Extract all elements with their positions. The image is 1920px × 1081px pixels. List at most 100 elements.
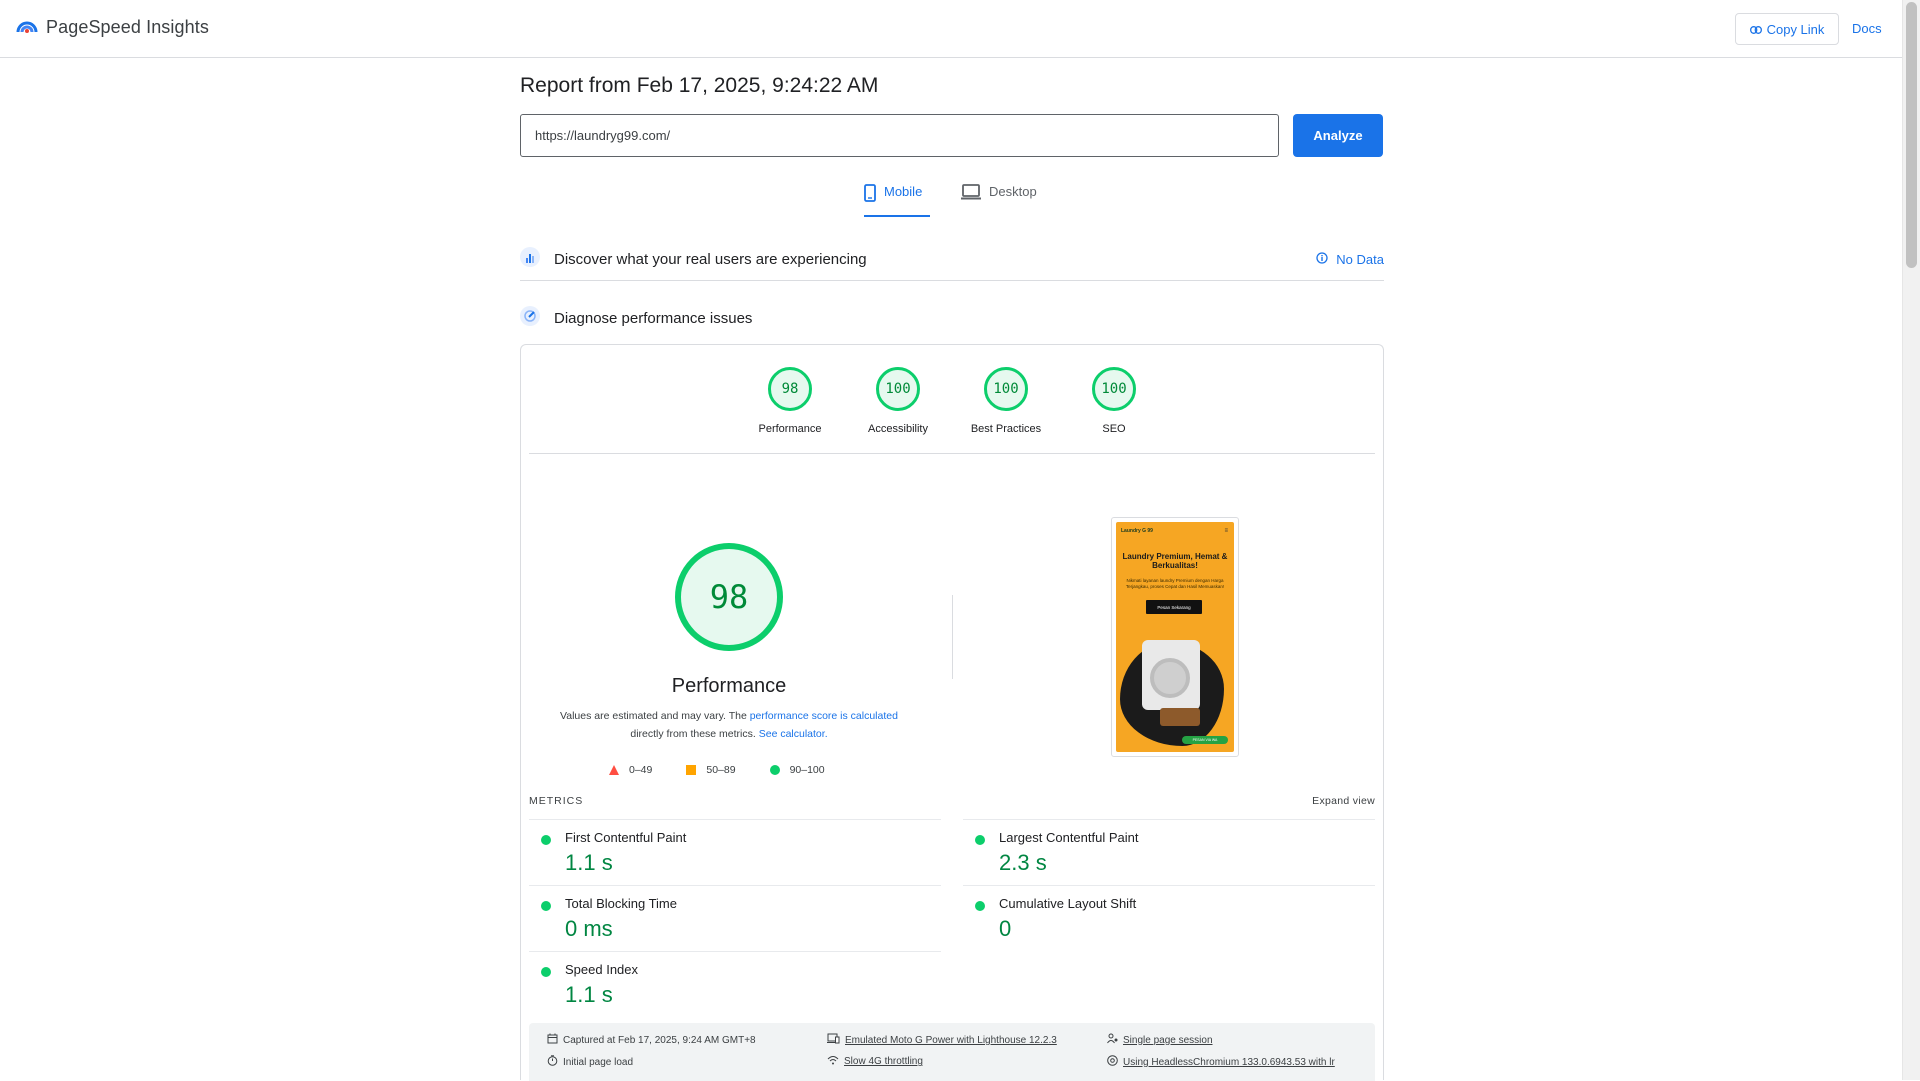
report-title: Report from Feb 17, 2025, 9:24:22 AM [520,74,879,97]
category-gauges: 98 Performance 100 Accessibility 100 Bes… [521,367,1383,435]
devices-icon [827,1033,840,1047]
final-screenshot: Laundry G 99 ≡ Laundry Premium, Hemat & … [1111,517,1239,757]
metric-label: Cumulative Layout Shift [999,896,1137,911]
session-text: Single page session [1123,1034,1213,1046]
legend-pass: 90–100 [769,764,825,776]
analyze-button[interactable]: Analyze [1293,114,1383,157]
thumb-whatsapp-button: PESAN VIA WA [1182,736,1228,744]
gauge-label: Performance [758,423,822,435]
gauge-score: 100 [1092,367,1136,411]
load-text: Initial page load [563,1056,634,1068]
pass-circle-icon [769,765,780,775]
no-data-indicator[interactable]: No Data [1316,252,1384,267]
discover-heading: Discover what your real users are experi… [554,251,867,268]
metric-speed-index: Speed Index 1.1 s [529,951,941,1017]
gauge-score: 100 [984,367,1028,411]
page-load-type: Initial page load [547,1055,633,1069]
mobile-icon [864,184,876,205]
desktop-icon [961,184,981,203]
page-scrollbar[interactable] [1902,0,1920,1080]
diagnose-icon [520,305,540,331]
legend-average: 50–89 [686,764,736,776]
url-input[interactable] [520,114,1279,157]
desc-text-1: Values are estimated and may vary. The [560,710,750,722]
metrics-header: METRICS Expand view [529,795,1375,815]
link-icon [1749,22,1762,37]
gauge-performance[interactable]: 98 Performance [736,367,844,435]
gauge-best-practices[interactable]: 100 Best Practices [952,367,1060,435]
see-calculator-link[interactable]: See calculator. [759,728,828,740]
copy-link-button[interactable]: Copy Link [1735,13,1839,45]
captured-text: Captured at Feb 17, 2025, 9:24 AM GMT+8 [563,1034,756,1046]
legend-average-label: 50–89 [706,764,736,776]
pagespeed-logo-icon [16,16,38,39]
wifi-icon [827,1055,839,1068]
person-icon [1107,1033,1118,1047]
metrics-heading: METRICS [529,795,584,807]
metric-tbt: Total Blocking Time 0 ms [529,885,941,951]
lighthouse-report-card: 98 Performance 100 Accessibility 100 Bes… [520,344,1384,1081]
lab-data-section: Diagnose performance issues [520,305,1384,331]
diagnose-heading: Diagnose performance issues [554,309,753,327]
metric-value: 0 ms [565,916,613,941]
legend-pass-label: 90–100 [789,764,825,776]
divider [529,453,1375,454]
pass-circle-icon [975,835,985,845]
expand-view-toggle[interactable]: Expand view [1312,795,1375,815]
legend-fail-label: 0–49 [629,764,653,776]
pass-circle-icon [975,901,985,911]
runtime-settings: Captured at Feb 17, 2025, 9:24 AM GMT+8 … [529,1023,1375,1081]
fail-triangle-icon [609,765,619,775]
performance-score-gauge: 98 [675,543,783,651]
desc-text-2: directly from these metrics. [630,728,759,740]
network-throttling[interactable]: Slow 4G throttling [827,1055,923,1068]
thumb-cta: Pesan Sekarang [1146,600,1202,614]
browser-text: Using HeadlessChromium 133.0.6943.53 wit… [1123,1056,1335,1068]
emulated-device[interactable]: Emulated Moto G Power with Lighthouse 12… [827,1033,1057,1047]
vertical-divider [952,595,953,679]
emulated-text: Emulated Moto G Power with Lighthouse 12… [845,1034,1057,1046]
tab-desktop[interactable]: Desktop [961,184,1041,217]
metric-lcp: Largest Contentful Paint 2.3 s [963,819,1375,885]
score-calculated-link[interactable]: performance score is calculated [750,710,898,722]
gauge-score: 98 [768,367,812,411]
screenshot-thumbnail: Laundry G 99 ≡ Laundry Premium, Hemat & … [1116,522,1234,752]
chrome-icon [1107,1055,1118,1069]
thumb-subtext: Nikmati layanan laundry Premium dengan H… [1125,578,1225,589]
metric-label: First Contentful Paint [565,830,687,845]
metric-fcp: First Contentful Paint 1.1 s [529,819,941,885]
gauge-label: Best Practices [970,423,1042,435]
metric-value: 2.3 s [999,850,1047,875]
top-bar: PageSpeed Insights Copy Link Docs [0,0,1902,58]
session-type[interactable]: Single page session [1107,1033,1213,1047]
metric-label: Total Blocking Time [565,896,677,911]
field-data-section: Discover what your real users are experi… [520,239,1384,281]
captured-at: Captured at Feb 17, 2025, 9:24 AM GMT+8 [547,1033,756,1047]
metric-value: 1.1 s [565,982,613,1007]
tab-mobile[interactable]: Mobile [864,184,930,217]
copy-link-label: Copy Link [1766,21,1825,37]
metric-value: 1.1 s [565,850,613,875]
brand[interactable]: PageSpeed Insights [16,16,209,39]
gauge-accessibility[interactable]: 100 Accessibility [844,367,952,435]
throttling-text: Slow 4G throttling [844,1056,923,1067]
app-name: PageSpeed Insights [46,17,209,37]
washing-drum-shape [1150,658,1190,698]
metric-label: Largest Contentful Paint [999,830,1139,845]
pass-circle-icon [541,901,551,911]
docs-link[interactable]: Docs [1852,21,1882,36]
thumb-logo: Laundry G 99 [1121,528,1153,534]
gauge-score: 100 [876,367,920,411]
pass-circle-icon [541,835,551,845]
browser-version[interactable]: Using HeadlessChromium 133.0.6943.53 wit… [1107,1055,1335,1069]
gauge-label: SEO [1102,423,1126,435]
score-legend: 0–49 50–89 90–100 [609,764,825,776]
users-chart-icon [520,247,540,272]
performance-description: Values are estimated and may vary. The p… [529,707,929,743]
metric-label: Speed Index [565,962,639,977]
gauge-seo[interactable]: 100 SEO [1060,367,1168,435]
scrollbar-thumb[interactable] [1906,2,1917,268]
legend-fail: 0–49 [609,764,652,776]
no-data-label: No Data [1336,252,1384,267]
tab-desktop-label: Desktop [989,184,1037,199]
